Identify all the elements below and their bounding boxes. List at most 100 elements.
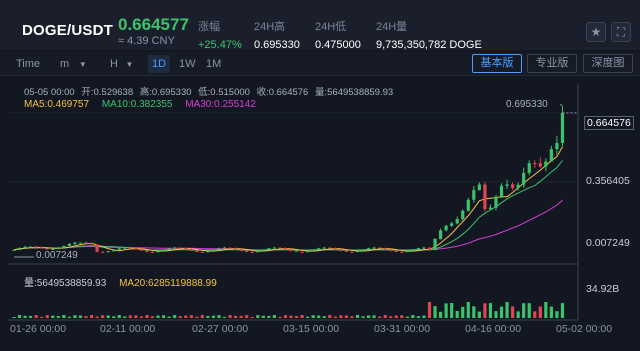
candle-body: [322, 247, 326, 249]
candle-body: [156, 251, 160, 253]
candle-body: [499, 185, 504, 197]
candle-body: [317, 248, 321, 250]
volume-bar: [272, 315, 276, 318]
candle-body: [239, 249, 243, 251]
candle-body: [84, 242, 88, 244]
y-label-mid: 0.356405: [586, 175, 630, 187]
volume-bar: [23, 315, 27, 318]
candle-body: [328, 247, 332, 249]
candle-body: [422, 247, 426, 249]
x-label: 03-31 00:00: [374, 323, 431, 335]
volume-bar: [95, 316, 99, 318]
candle-body: [123, 247, 127, 249]
volume-bar: [134, 315, 138, 318]
volume-bar: [427, 302, 432, 318]
candle-body: [433, 238, 437, 250]
candle-body: [256, 251, 260, 253]
volume-bar: [267, 315, 271, 318]
chart-background: [0, 78, 640, 351]
candle-body: [311, 249, 315, 252]
ohlc-open: 开:0.529638: [81, 87, 134, 98]
candle-body: [189, 249, 193, 251]
candle-body: [161, 249, 166, 252]
volume-bar: [117, 315, 121, 318]
ohlc-readout: 05-05 00:00 开:0.529638 高:0.695330 低:0.51…: [24, 84, 397, 98]
x-label: 04-16 00:00: [465, 323, 522, 335]
x-label: 01-26 00:00: [10, 323, 67, 335]
volume-bar: [206, 315, 210, 318]
candle-body: [450, 223, 454, 226]
volume-bar: [499, 306, 504, 318]
candle-body: [549, 149, 553, 162]
volume-bar: [560, 303, 565, 318]
candle-body: [350, 251, 354, 253]
candle-body: [538, 163, 542, 167]
candle-body: [527, 163, 531, 173]
candle-body: [389, 249, 393, 251]
candle-body: [438, 230, 443, 239]
candle-body: [405, 251, 409, 253]
candle-body: [300, 251, 304, 253]
volume-label: 量:5649538859.93: [24, 278, 107, 289]
volume-bar: [488, 303, 493, 318]
volume-bar: [283, 315, 288, 318]
volume-bar: [405, 316, 409, 318]
candle-body: [56, 247, 60, 249]
volume-bar: [12, 317, 16, 318]
candle-body: [505, 184, 509, 186]
volume-bar: [339, 315, 343, 318]
candle-body: [472, 190, 476, 200]
volume-bar: [228, 315, 232, 318]
volume-bar: [555, 311, 559, 318]
volume-bar: [394, 315, 398, 318]
candle-body: [544, 161, 548, 167]
candle-body: [555, 143, 559, 150]
candle-body: [89, 243, 94, 245]
candle-body: [78, 242, 83, 244]
candle-body: [101, 251, 105, 253]
candle-body: [261, 249, 265, 252]
candle-body: [95, 244, 99, 252]
ma30-label: MA30:0.255142: [185, 99, 256, 110]
candle-body: [117, 248, 121, 250]
candle-body: [12, 249, 16, 251]
candle-body: [272, 247, 276, 249]
candle-body: [206, 251, 210, 253]
ma5-label: MA5:0.469757: [24, 99, 90, 110]
candle-body: [62, 245, 66, 248]
ohlc-high: 高:0.695330: [139, 87, 192, 98]
x-label: 02-27 00:00: [192, 323, 249, 335]
candle-body: [294, 250, 299, 252]
candle-body: [29, 246, 33, 248]
volume-bar: [173, 315, 177, 318]
candle-body: [372, 247, 376, 249]
volume-bar: [29, 315, 33, 318]
volume-bar: [350, 316, 354, 318]
volume-bar: [444, 303, 448, 318]
volume-bar: [45, 315, 49, 318]
volume-bar: [516, 311, 520, 318]
candle-body: [361, 249, 365, 252]
volume-bar: [112, 316, 116, 318]
candle-body: [222, 247, 227, 249]
candle-body: [184, 247, 188, 250]
volume-bar: [400, 315, 404, 318]
candle-body: [145, 250, 149, 252]
kline-chart[interactable]: [0, 0, 640, 351]
volume-bar: [128, 315, 132, 318]
volume-bar: [222, 316, 227, 318]
candle-body: [444, 225, 448, 231]
candle-body: [516, 184, 520, 188]
candle-body: [466, 199, 470, 211]
volume-bar: [78, 315, 83, 318]
candle-body: [150, 251, 155, 253]
volume-bar: [511, 306, 515, 318]
candle-body: [234, 248, 238, 250]
volume-bar: [167, 316, 171, 318]
candle-body: [378, 247, 382, 249]
volume-bar: [333, 316, 337, 318]
volume-bar: [344, 315, 348, 318]
volume-bar: [328, 315, 332, 318]
candle-body: [173, 247, 177, 249]
candle-body: [278, 247, 282, 249]
